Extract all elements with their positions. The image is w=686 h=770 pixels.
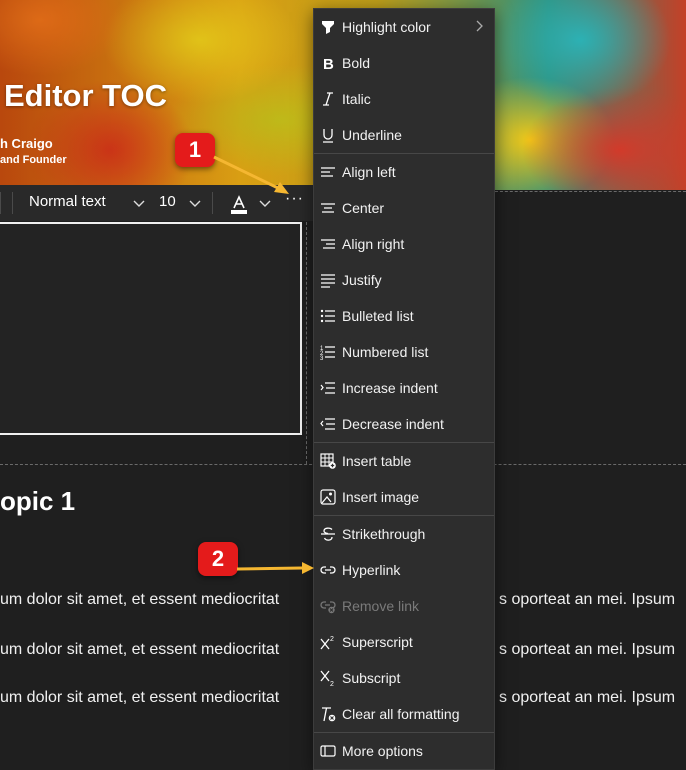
- callout-arrows: [213, 155, 314, 574]
- callout-arrow-2: [236, 566, 303, 571]
- callout-arrowhead-2: [302, 562, 314, 574]
- callout-arrow-1: [213, 155, 281, 191]
